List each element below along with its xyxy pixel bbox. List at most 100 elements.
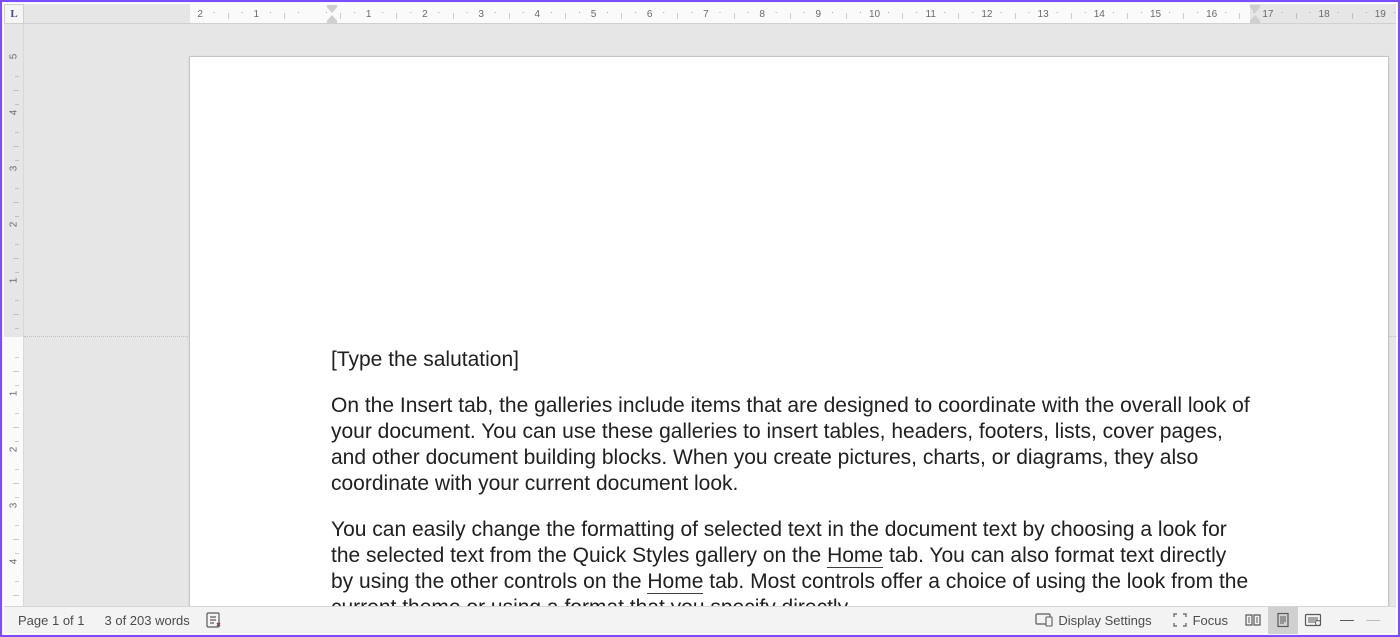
v-ruler-minor (4, 83, 24, 97)
read-mode-icon (1244, 613, 1262, 627)
v-ruler-minor (4, 308, 24, 322)
h-ruler-minor (1239, 4, 1240, 24)
editor-workspace: 543211234 [Type the salutation] On the I… (4, 24, 1396, 606)
h-ruler-minor (453, 4, 454, 24)
v-ruler-minor (4, 125, 24, 139)
word-count[interactable]: 3 of 203 words (95, 613, 200, 628)
h-ruler-minor: · (804, 4, 805, 24)
h-ruler-minor: · (551, 4, 552, 24)
v-ruler-minor (4, 378, 24, 392)
body-paragraph-1[interactable]: On the Insert tab, the galleries include… (331, 393, 1251, 497)
h-ruler-minor: · (1253, 4, 1254, 24)
v-ruler-minor (4, 294, 24, 308)
ruler-horizontal[interactable]: 2112345678910111213141516171819·········… (24, 4, 1396, 23)
v-ruler-minor (4, 519, 24, 533)
minus-icon (1340, 620, 1354, 621)
h-ruler-minor (228, 4, 229, 24)
h-ruler-minor (396, 4, 397, 24)
h-ruler-tick: 1 (368, 4, 369, 24)
h-ruler-minor: · (1197, 4, 1198, 24)
h-ruler-minor: · (270, 4, 271, 24)
h-ruler-minor: · (888, 4, 889, 24)
h-ruler-minor: · (776, 4, 777, 24)
h-ruler-minor (846, 4, 847, 24)
v-ruler-minor (4, 97, 24, 111)
h-ruler-tick: 2 (200, 4, 201, 24)
h-ruler-minor: · (1000, 4, 1001, 24)
h-ruler-minor: · (748, 4, 749, 24)
v-ruler-minor (4, 477, 24, 491)
h-ruler-tick: 8 (762, 4, 763, 24)
ruler-horizontal-strip: L 2112345678910111213141516171819·······… (4, 4, 1396, 24)
v-ruler-minor (4, 181, 24, 195)
v-ruler-minor (4, 153, 24, 167)
h-ruler-tick: 13 (1043, 4, 1044, 24)
document-page[interactable]: [Type the salutation] On the Insert tab,… (189, 56, 1389, 606)
v-ruler-minor (4, 266, 24, 280)
web-layout-button[interactable] (1298, 607, 1328, 634)
salutation-placeholder[interactable]: [Type the salutation] (331, 347, 1251, 373)
status-bar: Page 1 of 1 3 of 203 words Display Setti… (4, 606, 1396, 633)
h-ruler-tick: 15 (1155, 4, 1156, 24)
h-ruler-minor: · (635, 4, 636, 24)
tab-stop-glyph: L (10, 8, 17, 20)
h-ruler-tick: 6 (649, 4, 650, 24)
h-ruler-minor: · (354, 4, 355, 24)
h-ruler-minor: · (719, 4, 720, 24)
h-ruler-minor: · (1029, 4, 1030, 24)
focus-icon (1172, 612, 1188, 628)
proofing-button[interactable] (200, 607, 230, 634)
v-ruler-minor (4, 491, 24, 505)
h-ruler-minor: · (1169, 4, 1170, 24)
v-ruler-minor (4, 364, 24, 378)
v-ruler-minor (4, 589, 24, 603)
h-ruler-minor (565, 4, 566, 24)
h-ruler-minor (1127, 4, 1128, 24)
view-switcher (1238, 607, 1328, 634)
h-ruler-minor: · (1366, 4, 1367, 24)
h-ruler-tick: 14 (1099, 4, 1100, 24)
h-ruler-minor (902, 4, 903, 24)
h-ruler-minor (734, 4, 735, 24)
h-ruler-minor: · (1141, 4, 1142, 24)
h-ruler-minor: · (1281, 4, 1282, 24)
h-ruler-minor: · (860, 4, 861, 24)
p2-home-link-2: Home (647, 570, 703, 594)
zoom-out-button[interactable] (1334, 607, 1360, 634)
h-ruler-minor (621, 4, 622, 24)
display-settings-label: Display Settings (1058, 613, 1151, 628)
v-ruler-minor (4, 69, 24, 83)
focus-mode-button[interactable]: Focus (1162, 612, 1238, 628)
h-ruler-minor: · (691, 4, 692, 24)
app-frame: L 2112345678910111213141516171819·······… (0, 0, 1400, 637)
v-ruler-minor (4, 434, 24, 448)
h-ruler-minor: · (607, 4, 608, 24)
zoom-in-button[interactable] (1360, 607, 1386, 634)
h-ruler-minor: · (1394, 4, 1395, 24)
h-ruler-minor: · (1225, 4, 1226, 24)
h-ruler-minor: · (944, 4, 945, 24)
h-ruler-tick: 5 (593, 4, 594, 24)
h-ruler-tick: 17 (1267, 4, 1268, 24)
page-indicator[interactable]: Page 1 of 1 (8, 613, 95, 628)
display-settings-button[interactable]: Display Settings (1025, 613, 1161, 628)
h-ruler-minor: · (382, 4, 383, 24)
h-ruler-minor (1296, 4, 1297, 24)
v-ruler-minor (4, 420, 24, 434)
tab-stop-selector[interactable]: L (4, 4, 24, 24)
ruler-vertical[interactable]: 543211234 (4, 24, 24, 606)
zoom-line-icon (1366, 620, 1380, 621)
h-ruler-tick: 19 (1380, 4, 1381, 24)
print-layout-button[interactable] (1268, 607, 1298, 634)
v-ruler-minor (4, 533, 24, 547)
h-ruler-tick: 9 (818, 4, 819, 24)
print-layout-icon (1275, 612, 1291, 628)
read-mode-button[interactable] (1238, 607, 1268, 634)
document-body[interactable]: [Type the salutation] On the Insert tab,… (331, 347, 1251, 606)
v-ruler-minor (4, 575, 24, 589)
h-ruler-tick: 3 (481, 4, 482, 24)
display-settings-icon (1035, 613, 1053, 627)
focus-label: Focus (1193, 613, 1228, 628)
h-ruler-minor: · (326, 4, 327, 24)
body-paragraph-2[interactable]: You can easily change the formatting of … (331, 517, 1251, 606)
